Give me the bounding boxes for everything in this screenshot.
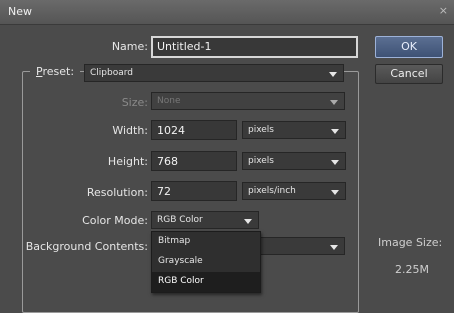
title-bar: New × [0,0,454,25]
resolution-label: Resolution: [86,186,148,199]
image-size-value: 2.25M [395,263,429,276]
preset-dropdown[interactable]: Clipboard [84,64,344,82]
image-size-label: Image Size: [378,236,443,249]
window-title: New [8,5,32,18]
height-unit-dropdown[interactable]: pixels [242,152,346,170]
menu-item-bitmap[interactable]: Bitmap [152,232,260,252]
height-field[interactable]: 768 [151,151,237,171]
close-icon[interactable]: × [439,4,448,17]
width-label: Width: [112,124,148,137]
preset-label: Preset: [30,65,81,78]
size-value: None [157,96,181,106]
chevron-down-icon [331,129,339,134]
size-dropdown: None [151,92,345,110]
color-mode-dropdown[interactable]: RGB Color [151,211,259,229]
cancel-button[interactable]: Cancel [375,64,443,84]
chevron-down-icon [330,245,338,250]
size-label: Size: [121,96,148,109]
width-unit-dropdown[interactable]: pixels [242,121,346,139]
preset-value: Clipboard [90,68,133,78]
chevron-down-icon [330,100,338,105]
resolution-field[interactable]: 72 [151,181,237,201]
color-mode-menu: Bitmap Grayscale RGB Color [151,231,261,293]
menu-item-rgb-color[interactable]: RGB Color [152,272,260,292]
width-field[interactable]: 1024 [151,120,237,140]
resolution-unit-value: pixels/inch [248,186,296,196]
chevron-down-icon [329,72,337,77]
chevron-down-icon [331,190,339,195]
color-mode-value: RGB Color [157,215,203,225]
resolution-unit-dropdown[interactable]: pixels/inch [242,182,346,200]
width-unit-value: pixels [248,125,274,135]
height-label: Height: [107,155,148,168]
chevron-down-icon [244,219,252,224]
name-field[interactable]: Untitled-1 [151,36,358,58]
color-mode-label: Color Mode: [82,214,148,227]
chevron-down-icon [331,160,339,165]
name-label: Name: [111,40,148,53]
menu-item-grayscale[interactable]: Grayscale [152,252,260,272]
ok-button[interactable]: OK [375,36,443,58]
height-unit-value: pixels [248,156,274,166]
background-contents-label: Background Contents: [25,240,148,253]
